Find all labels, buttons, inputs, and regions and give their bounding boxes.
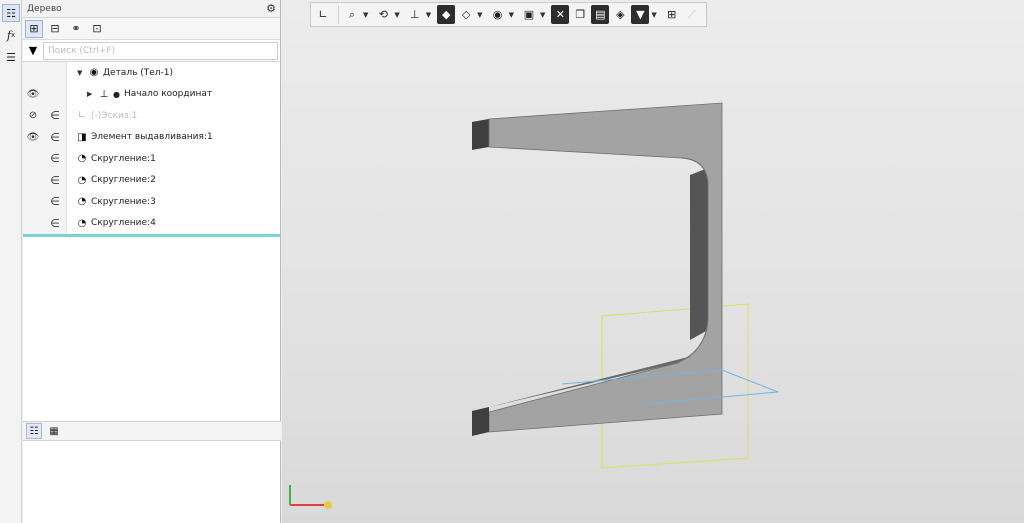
model-tree: ▼ ◉ Деталь (Тел-1) 👁 ▶ ⊥ ● Начало коорди… [23,62,280,237]
tree-structure-icon[interactable]: ⊞ [25,19,43,38]
tree-icon[interactable]: ☷ [2,4,20,22]
dependency-icon: ∈ [50,130,60,144]
extrusion-icon: ◨ [77,131,87,143]
axis-triad [289,485,332,509]
tree-item-label: Скругление:2 [91,175,156,186]
expand-arrow-icon[interactable]: ▶ [87,90,97,98]
fx-icon[interactable]: fx [2,26,20,44]
fillet-icon: ◔ [77,217,87,229]
table-icon[interactable]: ▦ [46,423,62,439]
tree-item-fillet-4[interactable]: ∈ ◔ Скругление:4 [23,213,280,235]
panel-title-bar: Дерево ⚙ [23,0,280,18]
web-inner-face [690,168,708,340]
dependency-icon: ∈ [50,109,60,123]
expand-arrow-icon[interactable]: ▼ [77,69,87,77]
tree-item-fillet-3[interactable]: ∈ ◔ Скругление:3 [23,191,280,213]
channel-model[interactable] [282,0,1024,523]
cad-application: ☷ fx ☰ Дерево ⚙ ⊞ ⊟ ⚭ ⊡ ▼ Поиск (Ctrl+F) [0,0,1024,523]
main-front-face [488,102,723,433]
sketch-icon: ∟ [77,110,87,122]
search-input[interactable]: Поиск (Ctrl+F) [43,41,278,60]
bottom-flange-end [472,407,489,436]
dependency-icon: ∈ [50,195,60,209]
filter-row: ▼ Поиск (Ctrl+F) [23,40,280,62]
link-icon[interactable]: ⚭ [67,20,85,38]
tree-item-origin[interactable]: 👁 ▶ ⊥ ● Начало координат [23,84,280,106]
tree-item-label: Скругление:1 [91,153,156,164]
dot-icon: ● [113,89,120,99]
tree-item-label: Скругление:3 [91,196,156,207]
tree-root[interactable]: ▼ ◉ Деталь (Тел-1) [23,62,280,84]
top-flange-end [472,119,489,150]
eye-icon[interactable]: 👁 [23,89,43,100]
origin-icon: ⊥ [99,88,109,100]
tree-item-label: Начало координат [123,89,213,100]
eye-icon[interactable]: 👁 [23,132,43,143]
tree-structure-alt-icon[interactable]: ⊟ [46,20,64,38]
eye-hidden-icon[interactable]: ⊘ [23,110,43,121]
fillet-icon: ◔ [77,196,87,208]
tree-item-label: Элемент выдавливания:1 [91,132,213,143]
tree-item-label: Эскиз:1 [101,110,138,121]
dependency-icon: ∈ [50,173,60,187]
tree-item-fillet-2[interactable]: ∈ ◔ Скругление:2 [23,170,280,192]
dependency-icon: ∈ [50,216,60,230]
fillet-icon: ◔ [77,174,87,186]
group-icon[interactable]: ⊡ [88,20,106,38]
tree-end-line [23,234,280,237]
gear-icon[interactable]: ⚙ [266,2,276,15]
tree-item-prefix: (-) [91,110,102,121]
left-icon-strip: ☷ fx ☰ [0,0,22,523]
3d-viewport[interactable]: ∟ ⌕ ▼ ⟲ ▼ ⊥ ▼ ◆ ◇ ▼ ◉ ▼ ▣ ▼ ✕ ❐ ▤ ◈ ▼ ▼ ⊞ ⟋ [282,0,1024,523]
tree-icon[interactable]: ☷ [26,423,42,439]
tree-item-extrusion[interactable]: 👁 ∈ ◨ Элемент выдавливания:1 [23,127,280,149]
part-icon: ◉ [89,67,99,79]
search-placeholder: Поиск (Ctrl+F) [48,45,116,56]
panel-title: Дерево [27,3,62,14]
tree-item-label: Скругление:4 [91,218,156,229]
panel-toolbar: ⊞ ⊟ ⚭ ⊡ [23,18,280,40]
tree-panel: Дерево ⚙ ⊞ ⊟ ⚭ ⊡ ▼ Поиск (Ctrl+F) ▼ ◉ Де… [23,0,281,523]
tree-root-label: Деталь (Тел-1) [103,67,174,78]
dependency-icon: ∈ [50,152,60,166]
tree-item-fillet-1[interactable]: ∈ ◔ Скругление:1 [23,148,280,170]
fillet-icon: ◔ [77,153,87,165]
filter-icon[interactable]: ▼ [23,40,43,62]
bottom-tabs: ☷ ▦ [23,421,281,441]
list-icon[interactable]: ☰ [2,48,20,66]
tree-item-sketch[interactable]: ⊘ ∈ ∟ (-) Эскиз:1 [23,105,280,127]
